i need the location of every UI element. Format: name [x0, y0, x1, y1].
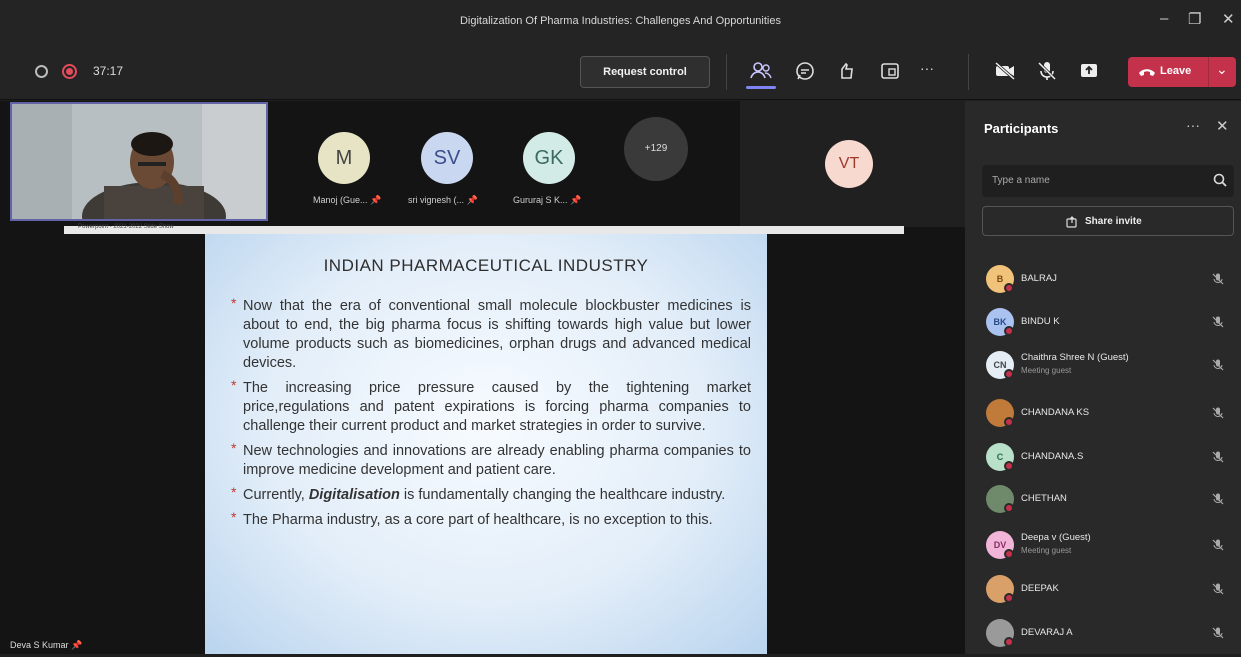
presence-status-icon	[1004, 461, 1014, 471]
search-icon	[1213, 173, 1227, 187]
people-active-indicator	[746, 86, 776, 89]
participants-panel: Participants ··· ✕ Type a name Share inv…	[965, 101, 1241, 654]
slide-bullet: * Currently, Digitalisation is fundamenta…	[231, 484, 726, 503]
participant-avatar-m[interactable]: M	[318, 132, 370, 184]
participant-avatar-vt[interactable]: VT	[825, 140, 873, 188]
more-actions-button[interactable]: ···	[920, 60, 946, 86]
close-window-button[interactable]: ✕	[1222, 10, 1235, 28]
mic-muted-icon[interactable]	[1211, 538, 1225, 552]
presence-status-icon	[1004, 417, 1014, 427]
mic-muted-icon[interactable]	[1211, 492, 1225, 506]
minimize-button[interactable]: –	[1160, 10, 1168, 27]
slide-bullet: * New technologies and innovations are al…	[231, 440, 751, 478]
participant-tile-name: sri vignesh (... 📌	[408, 195, 478, 205]
chat-icon[interactable]	[792, 58, 818, 84]
participant-role: Meeting guest	[1021, 546, 1072, 555]
panel-close-button[interactable]: ✕	[1216, 117, 1229, 135]
presence-status-icon	[1004, 593, 1014, 603]
pin-icon: 📌	[570, 195, 582, 205]
participant-name: BALRAJ	[1021, 273, 1057, 284]
participant-avatar-gk[interactable]: GK	[523, 132, 575, 184]
participant-row[interactable]: DEVARAJ A	[965, 615, 1241, 657]
slide-bullet: * The Pharma industry, as a core part of …	[231, 509, 713, 528]
participant-name: CHANDANA KS	[1021, 407, 1090, 418]
hang-up-icon	[1139, 69, 1155, 76]
participant-name: CHETHAN	[1021, 493, 1067, 504]
participant-tile-name: Gururaj S K... 📌	[513, 195, 582, 205]
participant-name: CHANDANA.S	[1021, 451, 1084, 462]
participant-row[interactable]: B BALRAJ	[965, 261, 1241, 303]
maximize-button[interactable]: ❐	[1188, 10, 1201, 28]
participant-row[interactable]: C CHANDANA.S	[965, 439, 1241, 481]
panel-more-button[interactable]: ···	[1186, 117, 1200, 133]
participant-row[interactable]: BK BINDU K	[965, 304, 1241, 346]
toolbar-divider	[968, 54, 969, 90]
slide-title: INDIAN PHARMACEUTICAL INDUSTRY	[323, 256, 649, 275]
share-icon	[1066, 216, 1077, 228]
panel-title: Participants	[984, 121, 1059, 136]
presence-status-icon	[1004, 503, 1014, 513]
pin-icon: 📌	[466, 195, 478, 205]
more-participants-button[interactable]: +129	[624, 117, 688, 181]
meeting-toolbar: 37:17 Request control ··· Leave ⌄	[0, 44, 1241, 100]
shared-window-titlebar: Powerpoint - 2021-2022 Slide Show	[64, 224, 904, 234]
leave-divider	[1208, 57, 1209, 87]
presence-status-icon	[1004, 549, 1014, 559]
participant-row[interactable]: CN Chaithra Shree N (Guest) Meeting guest	[965, 347, 1241, 389]
slide-bullet: * The increasing price pressure caused by…	[231, 377, 751, 434]
participant-name: Chaithra Shree N (Guest)	[1021, 352, 1129, 363]
status-ring-icon	[35, 65, 48, 78]
people-icon[interactable]	[748, 58, 774, 84]
reactions-icon[interactable]	[834, 58, 860, 84]
participant-avatar-sv[interactable]: SV	[421, 132, 473, 184]
search-placeholder: Type a name	[992, 175, 1050, 186]
toolbar-divider	[726, 54, 727, 90]
presenter-video[interactable]	[10, 102, 268, 221]
mic-muted-icon[interactable]	[1211, 406, 1225, 420]
participant-tile-name: Manoj (Gue... 📌	[313, 195, 382, 205]
window-title: Digitalization Of Pharma Industries: Cha…	[459, 15, 781, 27]
presence-status-icon	[1004, 283, 1014, 293]
mic-off-icon[interactable]	[1034, 58, 1060, 84]
mic-muted-icon[interactable]	[1211, 450, 1225, 464]
mic-muted-icon[interactable]	[1211, 626, 1225, 640]
participant-row[interactable]: DV Deepa v (Guest) Meeting guest	[965, 527, 1241, 569]
participant-role: Meeting guest	[1021, 366, 1072, 375]
request-control-button[interactable]: Request control	[580, 56, 710, 88]
mic-muted-icon[interactable]	[1211, 582, 1225, 596]
presence-status-icon	[1004, 637, 1014, 647]
shared-window-caption: Powerpoint - 2021-2022 Slide Show	[78, 224, 174, 230]
presenter-name-label: Deva S Kumar 📌	[10, 640, 83, 650]
participant-name: DEVARAJ A	[1021, 627, 1073, 638]
presence-status-icon	[1004, 326, 1014, 336]
pin-icon: 📌	[370, 195, 382, 205]
camera-off-icon[interactable]	[992, 58, 1018, 84]
pin-icon: 📌	[71, 640, 83, 650]
recording-icon	[62, 64, 77, 79]
participant-row[interactable]: CHETHAN	[965, 481, 1241, 523]
leave-button[interactable]: Leave ⌄	[1128, 57, 1236, 87]
slide-bullet: * Now that the era of conventional small …	[231, 295, 751, 371]
share-invite-button[interactable]: Share invite	[982, 206, 1234, 236]
mic-muted-icon[interactable]	[1211, 358, 1225, 372]
leave-options-chevron-icon[interactable]: ⌄	[1216, 61, 1228, 78]
participant-row[interactable]: CHANDANA KS	[965, 395, 1241, 437]
share-invite-label: Share invite	[1085, 216, 1142, 227]
meeting-timer: 37:17	[93, 64, 124, 78]
participant-name: DEEPAK	[1021, 583, 1059, 594]
mic-muted-icon[interactable]	[1211, 315, 1225, 329]
share-screen-icon[interactable]	[1076, 58, 1102, 84]
rooms-icon[interactable]	[877, 58, 903, 84]
title-bar: Digitalization Of Pharma Industries: Cha…	[0, 0, 1241, 44]
participant-search-input[interactable]: Type a name	[982, 165, 1234, 197]
person-video-frame	[12, 104, 266, 219]
participant-name: Deepa v (Guest)	[1021, 532, 1091, 543]
participant-name: BINDU K	[1021, 316, 1060, 327]
participant-row[interactable]: DEEPAK	[965, 571, 1241, 613]
mic-muted-icon[interactable]	[1211, 272, 1225, 286]
leave-label: Leave	[1160, 65, 1192, 77]
shared-slide: INDIAN PHARMACEUTICAL INDUSTRY * Now that…	[205, 234, 767, 654]
presence-status-icon	[1004, 369, 1014, 379]
slide-bullets: * Now that the era of conventional small …	[231, 295, 751, 536]
